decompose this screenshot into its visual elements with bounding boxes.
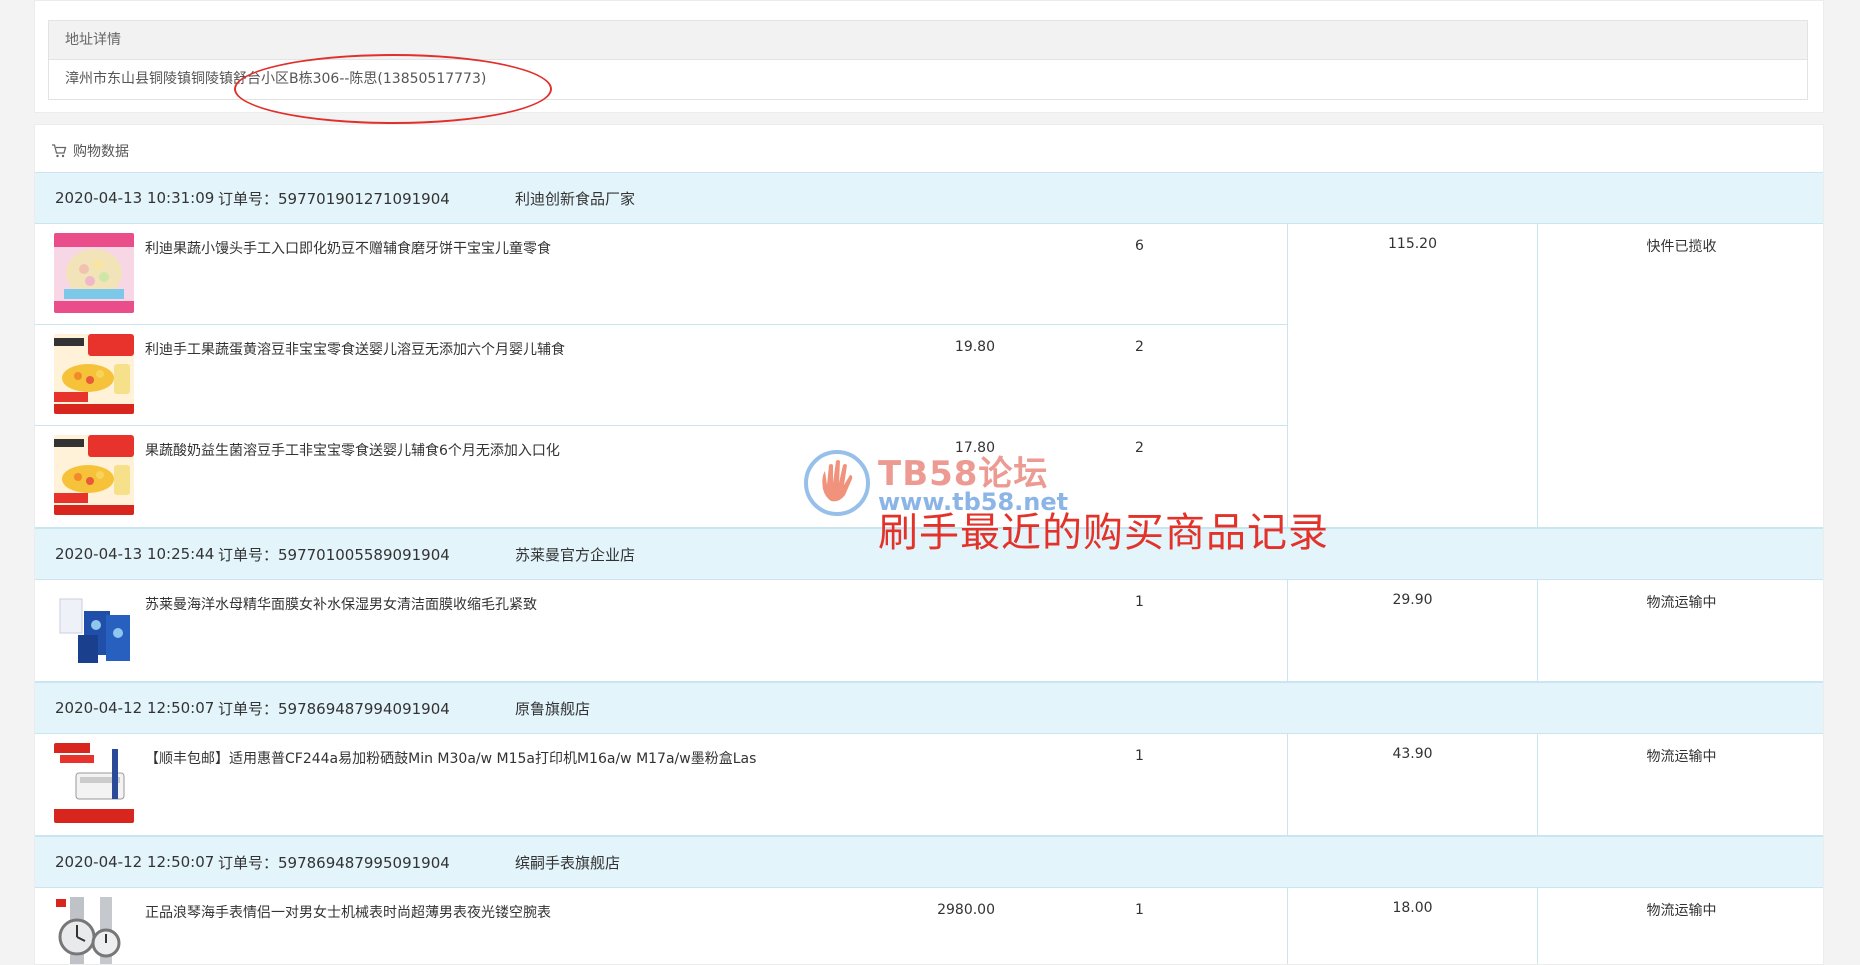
order-date: 2020-04-12 12:50:07 (55, 699, 215, 717)
order-amount: 43.90 (1288, 734, 1538, 835)
product-quantity: 6 (1135, 238, 1144, 254)
product-thumbnail[interactable] (54, 334, 134, 414)
order-body: 【顺丰包邮】适用惠普CF244a易加粉硒鼓Min M30a/w M15a打印机M… (35, 734, 1823, 836)
product-thumbnail[interactable] (54, 897, 134, 964)
product-title[interactable]: 利迪手工果蔬蛋黄溶豆非宝宝零食送婴儿溶豆无添加六个月婴儿辅食 (145, 339, 565, 359)
order-date: 2020-04-13 10:25:44 (55, 545, 215, 563)
order-status: 物流运输中 (1646, 749, 1717, 765)
order-shop-name: 苏莱曼官方企业店 (515, 545, 636, 564)
order-number: 订单号：597869487995091904 (218, 853, 450, 872)
address-header: 地址详情 (49, 21, 1807, 60)
order-status: 物流运输中 (1646, 595, 1717, 611)
order-item-row: 利迪手工果蔬蛋黄溶豆非宝宝零食送婴儿溶豆无添加六个月婴儿辅食 19.80 2 (35, 325, 1287, 426)
product-quantity: 2 (1135, 440, 1144, 456)
order-item-row: 【顺丰包邮】适用惠普CF244a易加粉硒鼓Min M30a/w M15a打印机M… (35, 734, 1287, 835)
cart-icon (52, 144, 67, 158)
order-date: 2020-04-13 10:31:09 (55, 189, 215, 207)
order-date: 2020-04-12 12:50:07 (55, 853, 215, 871)
order-item-row: 苏莱曼海洋水母精华面膜女补水保湿男女清洁面膜收缩毛孔紧致 1 (35, 580, 1287, 681)
product-title[interactable]: 正品浪琴海手表情侣一对男女士机械表时尚超薄男表夜光镂空腕表 (145, 902, 551, 922)
product-title[interactable]: 苏莱曼海洋水母精华面膜女补水保湿男女清洁面膜收缩毛孔紧致 (145, 594, 537, 614)
address-value: 漳州市东山县铜陵镇铜陵镇舒台小区B栋306--陈思(13850517773) (65, 71, 487, 87)
order-shop-name: 利迪创新食品厂家 (515, 189, 636, 208)
order-number: 订单号：597701005589091904 (218, 545, 450, 564)
order-items: 正品浪琴海手表情侣一对男女士机械表时尚超薄男表夜光镂空腕表 2980.00 1 (35, 888, 1288, 964)
address-table: 地址详情 漳州市东山县铜陵镇铜陵镇舒台小区B栋306--陈思(138505177… (48, 20, 1808, 100)
order-amount: 18.00 (1288, 888, 1538, 964)
order-number: 订单号：597701901271091904 (218, 189, 450, 208)
product-title[interactable]: 果蔬酸奶益生菌溶豆手工非宝宝零食送婴儿辅食6个月无添加入口化 (145, 440, 560, 460)
product-quantity: 1 (1135, 902, 1144, 918)
order-amount: 115.20 (1288, 224, 1538, 527)
product-thumbnail[interactable] (54, 589, 134, 669)
product-title[interactable]: 【顺丰包邮】适用惠普CF244a易加粉硒鼓Min M30a/w M15a打印机M… (145, 748, 756, 768)
product-thumbnail[interactable] (54, 233, 134, 313)
order-status: 物流运输中 (1646, 903, 1717, 919)
orders-list: 2020-04-13 10:31:09 订单号：59770190127109190… (35, 172, 1823, 964)
order-shop-name: 原鲁旗舰店 (515, 699, 591, 718)
order-items: 苏莱曼海洋水母精华面膜女补水保湿男女清洁面膜收缩毛孔紧致 1 (35, 580, 1288, 681)
order-items: 【顺丰包邮】适用惠普CF244a易加粉硒鼓Min M30a/w M15a打印机M… (35, 734, 1288, 835)
product-quantity: 2 (1135, 339, 1144, 355)
watermark-caption: 刷手最近的购买商品记录 (878, 510, 1329, 556)
product-quantity: 1 (1135, 594, 1144, 610)
shopping-section-title: 购物数据 (51, 141, 129, 161)
product-price: 2980.00 (937, 902, 995, 918)
order-shop-name: 缤嗣手表旗舰店 (515, 853, 621, 872)
product-thumbnail[interactable] (54, 435, 134, 515)
order-header: 2020-04-13 10:31:09 订单号：59770190127109190… (35, 172, 1823, 224)
order-item-row: 正品浪琴海手表情侣一对男女士机械表时尚超薄男表夜光镂空腕表 2980.00 1 (35, 888, 1287, 964)
order-amount: 29.90 (1288, 580, 1538, 681)
order-status: 快件已揽收 (1646, 239, 1717, 255)
order-body: 苏莱曼海洋水母精华面膜女补水保湿男女清洁面膜收缩毛孔紧致 1 29.90 物流运输中 (35, 580, 1823, 682)
order-item-row: 利迪果蔬小馒头手工入口即化奶豆不赠辅食磨牙饼干宝宝儿童零食 6 (35, 224, 1287, 325)
order-header: 2020-04-12 12:50:07 订单号：59786948799409190… (35, 682, 1823, 734)
product-thumbnail[interactable] (54, 743, 134, 823)
order-header: 2020-04-12 12:50:07 订单号：59786948799509190… (35, 836, 1823, 888)
product-price: 19.80 (954, 339, 995, 355)
shopping-title: 购物数据 (73, 144, 129, 160)
order-body: 正品浪琴海手表情侣一对男女士机械表时尚超薄男表夜光镂空腕表 2980.00 1 18.… (35, 888, 1823, 964)
order-number: 订单号：597869487994091904 (218, 699, 450, 718)
product-title[interactable]: 利迪果蔬小馒头手工入口即化奶豆不赠辅食磨牙饼干宝宝儿童零食 (145, 238, 551, 258)
order-items: 利迪果蔬小馒头手工入口即化奶豆不赠辅食磨牙饼干宝宝儿童零食 6 利迪手工果蔬蛋黄溶豆… (35, 224, 1288, 527)
watermark-hand-icon (804, 450, 870, 516)
product-quantity: 1 (1135, 748, 1144, 764)
